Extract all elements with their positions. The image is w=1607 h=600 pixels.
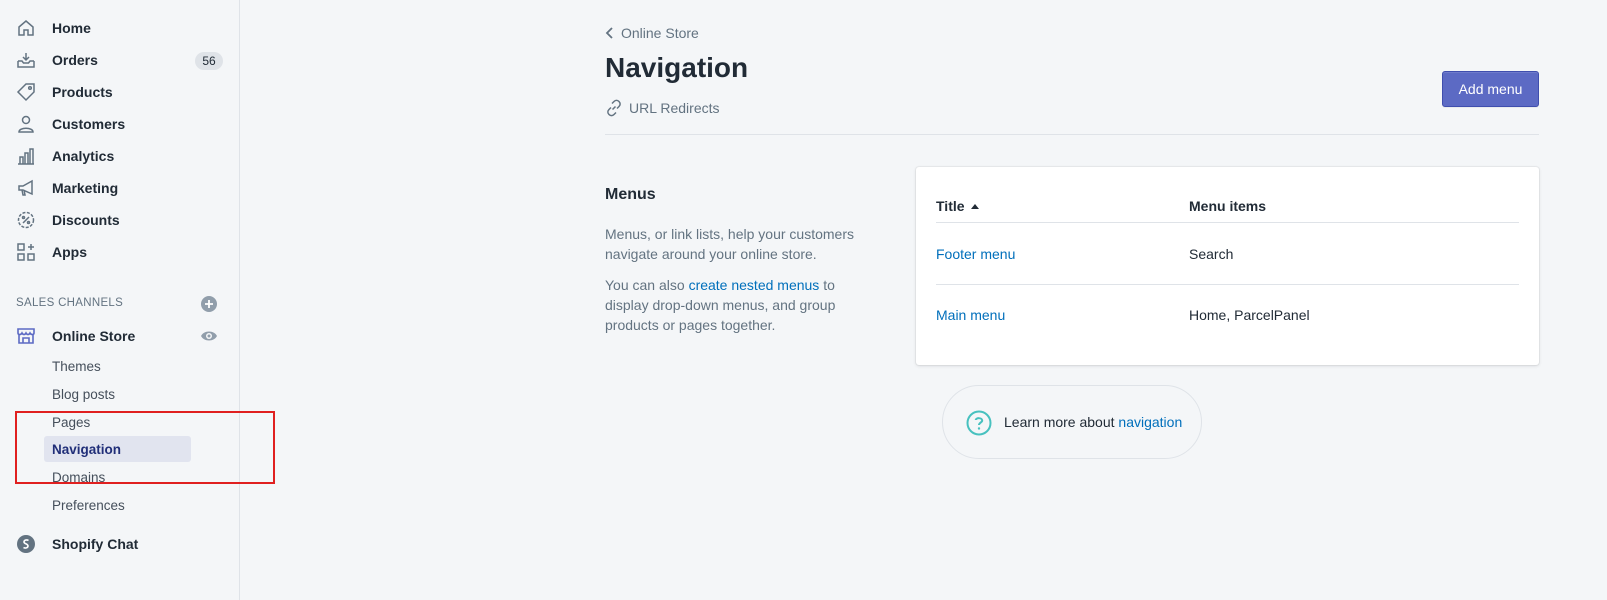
sidebar-item-label: Home [52,20,91,36]
column-header-title[interactable]: Title [936,198,980,214]
sidebar-subitem-preferences[interactable]: Preferences [44,492,191,518]
breadcrumb-label: Online Store [621,25,699,41]
sidebar-subitem-themes[interactable]: Themes [44,353,191,379]
sidebar-item-label: Analytics [52,148,115,164]
megaphone-icon [16,178,36,198]
menu-title-link[interactable]: Footer menu [936,246,1015,262]
menu-title-link[interactable]: Main menu [936,307,1005,323]
menus-heading: Menus [605,186,656,203]
header-divider [605,134,1539,135]
menu-items-cell: Search [1189,246,1234,262]
sidebar-item-label: Apps [52,244,87,260]
sidebar-item-products[interactable]: Products [0,76,240,108]
learn-more-callout: Learn more about navigation [942,385,1202,459]
sidebar-item-label: Discounts [52,212,120,228]
apps-icon [16,242,36,262]
orders-count-badge: 56 [195,52,223,70]
sidebar-item-label: Orders [52,52,98,68]
table-divider [936,284,1519,285]
link-icon [607,99,621,117]
sales-channels-heading: SALES CHANNELS [16,297,124,309]
sidebar-item-apps[interactable]: Apps [0,236,240,268]
sidebar-item-label: Marketing [52,180,119,196]
learn-more-prefix: Learn more about [1004,414,1119,430]
menus-table-card: Title Menu items Footer menu Search Main… [916,167,1539,365]
sidebar-item-customers[interactable]: Customers [0,108,240,140]
navigation-help-link[interactable]: navigation [1118,414,1182,430]
sidebar-item-analytics[interactable]: Analytics [0,140,240,172]
create-nested-menus-link[interactable]: create nested menus [689,277,820,293]
url-redirects-link[interactable]: URL Redirects [605,99,720,117]
menu-items-cell: Home, ParcelPanel [1189,307,1310,323]
sidebar-item-marketing[interactable]: Marketing [0,172,240,204]
orders-icon [16,50,36,70]
store-icon [16,326,36,346]
home-icon [16,18,36,38]
sidebar-item-orders[interactable]: Orders 56 [0,44,240,76]
learn-more-text: Learn more about navigation [1004,414,1182,430]
sidebar: Home Orders 56 Products Customers Analyt… [0,0,240,600]
sort-ascending-icon [970,204,979,209]
column-header-title-label: Title [936,198,965,214]
sidebar-subitem-blog-posts[interactable]: Blog posts [44,381,191,407]
question-circle-icon [966,410,992,436]
sidebar-item-shopify-chat[interactable]: Shopify Chat [0,528,240,560]
chat-icon [16,534,36,554]
sidebar-subitem-navigation[interactable]: Navigation [44,436,191,462]
sidebar-item-label: Products [52,84,113,100]
discount-icon [16,210,36,230]
breadcrumb[interactable]: Online Store [605,25,699,41]
page-title: Navigation [605,52,749,83]
tag-icon [16,82,36,102]
menus-description: Menus, or link lists, help your customer… [605,226,854,262]
sidebar-item-label: Shopify Chat [52,536,139,552]
url-redirects-label: URL Redirects [629,100,720,116]
sidebar-subitem-pages[interactable]: Pages [44,409,191,435]
column-header-menu-items: Menu items [1189,198,1267,214]
add-menu-button[interactable]: Add menu [1442,71,1539,107]
table-divider [936,222,1519,223]
sidebar-subitem-domains[interactable]: Domains [44,464,191,490]
nested-desc-before: You can also [605,277,689,293]
sidebar-item-discounts[interactable]: Discounts [0,204,240,236]
chart-icon [16,146,36,166]
sidebar-item-label: Customers [52,116,126,132]
person-icon [16,114,36,134]
sidebar-item-label: Online Store [52,328,136,344]
sidebar-item-home[interactable]: Home [0,12,240,44]
chevron-left-icon [605,27,613,39]
add-sales-channel-icon[interactable] [200,295,218,313]
menus-nested-description: You can also create nested menus to disp… [605,275,865,335]
eye-icon[interactable] [200,327,218,345]
